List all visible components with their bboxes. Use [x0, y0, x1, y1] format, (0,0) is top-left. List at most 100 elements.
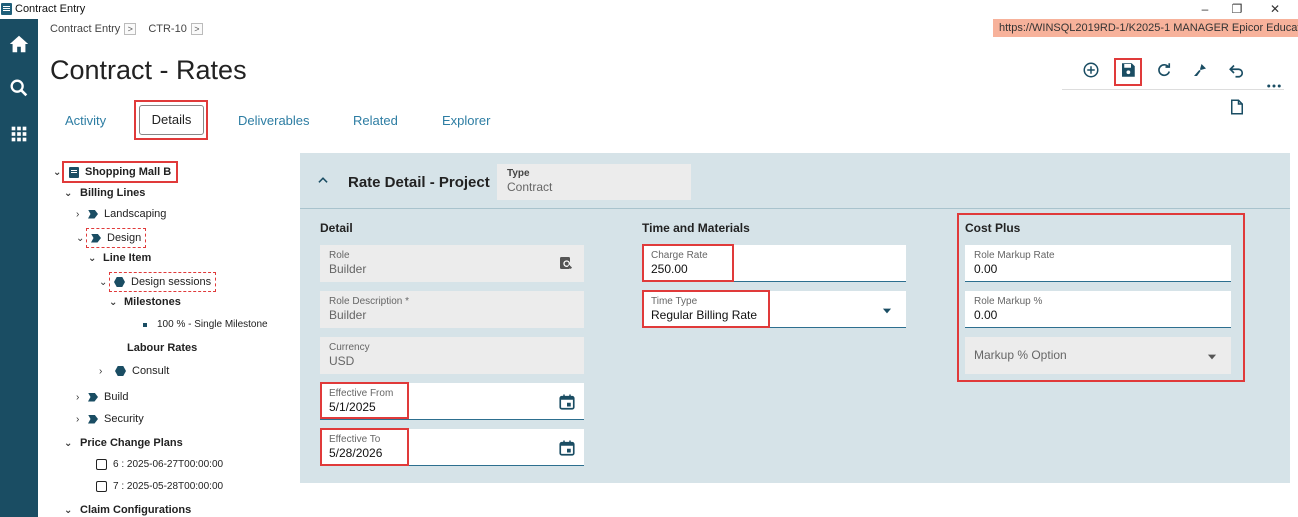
billing-line-icon: [88, 392, 98, 402]
type-field: Type Contract: [497, 164, 691, 200]
clear-icon: [1191, 61, 1209, 84]
window-titlebar: Contract Entry – ❐ ✕: [0, 0, 1298, 19]
chevron-down-icon[interactable]: ⌄: [64, 438, 76, 449]
tree-node-label: Design sessions: [131, 276, 212, 288]
chevron-up-icon[interactable]: [316, 173, 330, 190]
calendar-icon[interactable]: [558, 439, 575, 456]
chevron-down-icon[interactable]: ⌄: [64, 505, 76, 516]
type-value: Contract: [507, 180, 553, 194]
save-icon: [1119, 61, 1137, 84]
apps-grid-icon[interactable]: [8, 123, 30, 145]
tree-node-price-change-plans[interactable]: ⌄ Price Change Plans: [64, 437, 183, 449]
tree-node-claim-configurations[interactable]: ⌄ Claim Configurations: [64, 504, 191, 516]
chevron-down-icon[interactable]: ⌄: [109, 297, 121, 308]
home-icon[interactable]: [8, 33, 30, 55]
restore-button[interactable]: ❐: [1227, 1, 1247, 17]
tree-node-label: Billing Lines: [80, 187, 146, 199]
tree-node-label: Labour Rates: [127, 342, 198, 354]
role-field[interactable]: Role Builder: [320, 245, 584, 282]
breadcrumb-item-contract-entry[interactable]: Contract Entry: [50, 23, 120, 35]
new-document-button[interactable]: [1225, 97, 1249, 121]
save-button[interactable]: [1114, 58, 1142, 86]
role-label: Role: [329, 250, 350, 261]
chevron-right-icon[interactable]: ›: [76, 414, 88, 425]
tree-node-billing-lines[interactable]: ⌄ Billing Lines: [64, 187, 145, 199]
tree-node-label: Line Item: [103, 252, 152, 264]
tree-node-label: Consult: [132, 365, 170, 377]
tree-node-security[interactable]: › Security: [76, 413, 144, 425]
tree-node-label: 6 : 2025-06-27T00:00:00: [113, 459, 224, 470]
tree-node-consult[interactable]: › Consult: [99, 365, 169, 377]
tree-node-design[interactable]: ⌄ Design: [76, 228, 147, 248]
chevron-right-icon[interactable]: ›: [76, 392, 88, 403]
panel-header: Rate Detail - Project Type Contract: [300, 153, 1290, 209]
tree-node-root[interactable]: ⌄ Shopping Mall B: [53, 161, 179, 183]
page-title: Contract - Rates: [50, 55, 247, 85]
role-description-label: Role Description *: [329, 296, 410, 307]
refresh-button[interactable]: [1152, 60, 1176, 84]
tree-node-label: Security: [104, 413, 144, 425]
tree-node-label: Build: [104, 391, 129, 403]
breadcrumb-arrow[interactable]: >: [124, 23, 137, 35]
chevron-down-icon[interactable]: ⌄: [64, 188, 76, 199]
toolbar-divider: [1062, 89, 1284, 90]
rate-detail-panel: Rate Detail - Project Type Contract Deta…: [300, 153, 1290, 483]
billing-line-icon: [91, 233, 101, 243]
time-type-highlight: [642, 290, 770, 328]
calendar-icon[interactable]: [558, 393, 575, 410]
tree-node-labour-rates[interactable]: Labour Rates: [127, 342, 197, 354]
breadcrumb-arrow[interactable]: >: [190, 23, 203, 35]
currency-label: Currency: [329, 342, 370, 353]
chevron-right-icon[interactable]: ›: [76, 209, 88, 220]
tree-node-milestones[interactable]: ⌄ Milestones: [109, 296, 181, 308]
dropdown-icon[interactable]: [880, 304, 896, 320]
tab-activity[interactable]: Activity: [65, 113, 106, 128]
tree-node-design-sessions[interactable]: ⌄ Design sessions: [99, 272, 217, 292]
chevron-down-icon[interactable]: ⌄: [53, 167, 65, 178]
billing-line-icon: [88, 209, 98, 219]
tree-node-milestone[interactable]: 100 % - Single Milestone: [143, 319, 268, 330]
currency-field[interactable]: Currency USD: [320, 337, 584, 374]
currency-value: USD: [329, 354, 355, 368]
tree-node-line-item[interactable]: ⌄ Line Item: [88, 252, 151, 264]
role-search-icon[interactable]: [558, 255, 574, 271]
add-button[interactable]: [1079, 60, 1103, 84]
tab-related[interactable]: Related: [353, 113, 398, 128]
undo-button[interactable]: [1225, 60, 1249, 84]
tab-deliverables[interactable]: Deliverables: [238, 113, 310, 128]
more-button[interactable]: [1262, 76, 1286, 100]
chevron-down-icon[interactable]: ⌄: [76, 233, 88, 244]
role-description-value: Builder: [329, 308, 367, 322]
calendar-clock-icon: [96, 481, 107, 492]
tree-node-landscaping[interactable]: › Landscaping: [76, 208, 166, 220]
new-document-icon: [1228, 98, 1246, 121]
chevron-down-icon[interactable]: ⌄: [99, 277, 111, 288]
panel-title: Rate Detail - Project: [348, 174, 490, 191]
clear-button[interactable]: [1188, 60, 1212, 84]
billing-line-icon: [88, 414, 98, 424]
tab-details[interactable]: Details: [139, 105, 204, 135]
tab-explorer[interactable]: Explorer: [442, 113, 490, 128]
tm-section-title: Time and Materials: [642, 221, 750, 235]
tree-node-label: Milestones: [124, 296, 181, 308]
effective-to-highlight: [320, 428, 409, 466]
role-value: Builder: [329, 262, 367, 276]
tree-node-label: Design: [107, 232, 142, 244]
search-icon[interactable]: [8, 77, 30, 99]
type-label: Type: [507, 168, 530, 179]
breadcrumb: Contract Entry > CTR-10 >: [50, 23, 203, 35]
calendar-clock-icon: [96, 459, 107, 470]
minimize-button[interactable]: –: [1195, 1, 1215, 17]
chevron-down-icon[interactable]: ⌄: [88, 253, 100, 264]
tree-node-build[interactable]: › Build: [76, 391, 128, 403]
breadcrumb-item-ctr[interactable]: CTR-10: [148, 23, 187, 35]
chevron-right-icon[interactable]: ›: [99, 366, 111, 377]
role-description-field[interactable]: Role Description * Builder: [320, 291, 584, 328]
effective-from-highlight: [320, 382, 409, 419]
tree-node-plan-6[interactable]: 6 : 2025-06-27T00:00:00: [96, 459, 223, 470]
app-icon: [1, 3, 12, 15]
tree-node-label: Price Change Plans: [80, 437, 183, 449]
contract-book-icon: [69, 166, 79, 178]
close-button[interactable]: ✕: [1265, 1, 1285, 17]
tree-node-plan-7[interactable]: 7 : 2025-05-28T00:00:00: [96, 481, 223, 492]
